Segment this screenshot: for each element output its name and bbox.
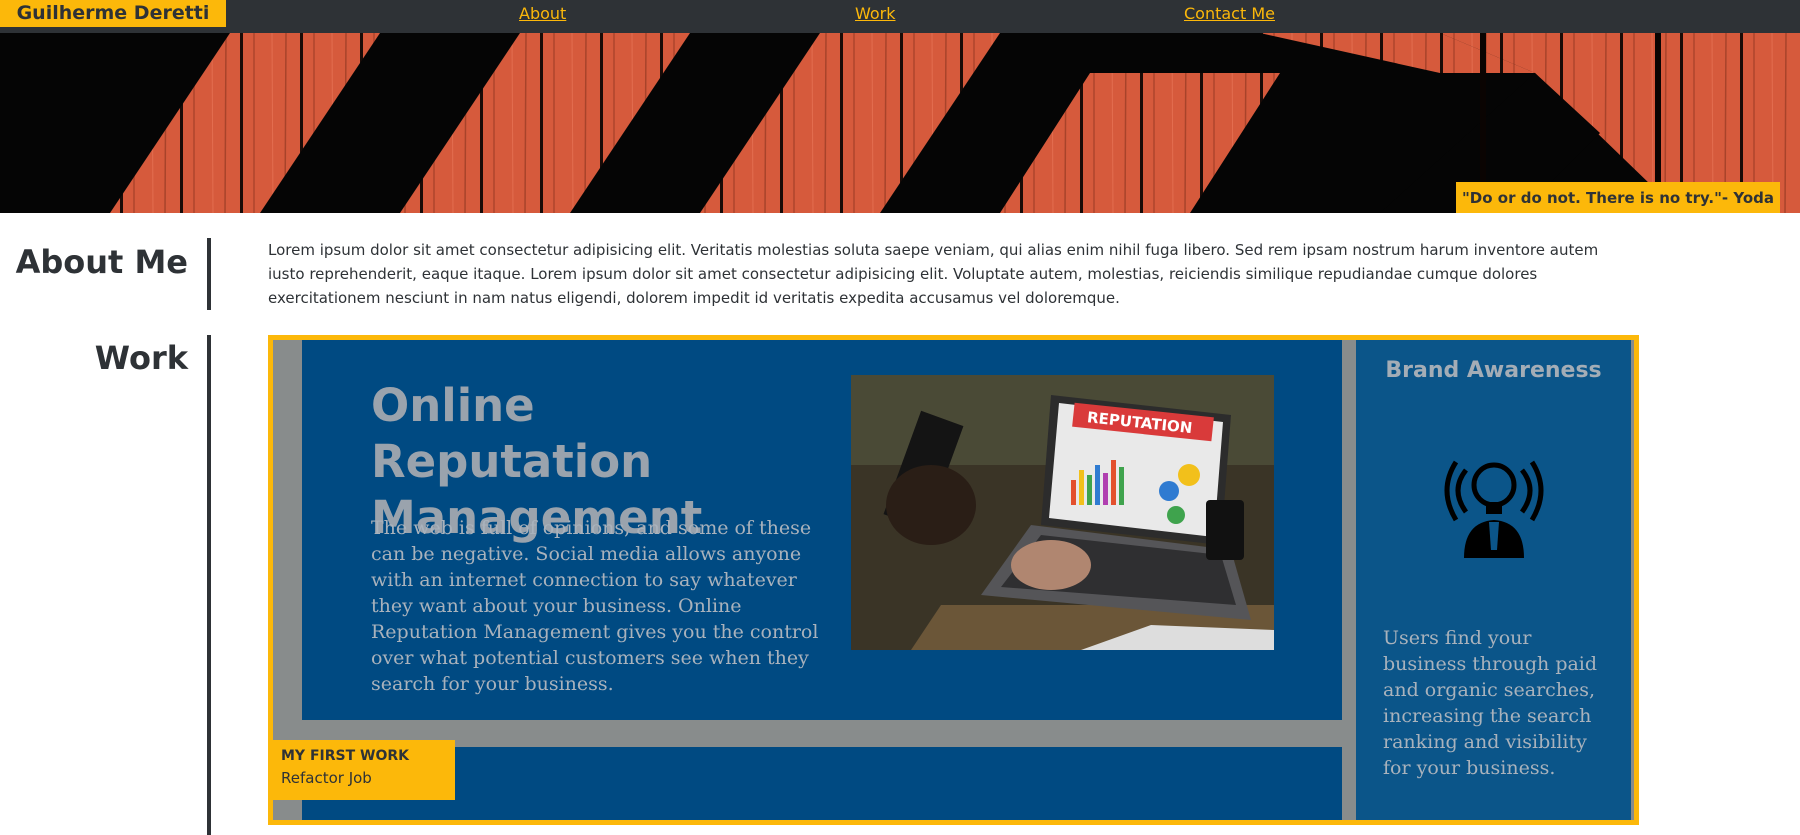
- brand-awareness-title: Brand Awareness: [1385, 358, 1602, 383]
- work-heading: Work: [94, 339, 188, 377]
- site-brand[interactable]: Guilherme Deretti: [0, 0, 226, 27]
- about-heading: About Me: [15, 243, 188, 281]
- brand-awareness-body: Users find your business through paid an…: [1383, 627, 1598, 779]
- nav-link-work[interactable]: Work: [855, 4, 896, 23]
- lightbulb-broadcast-icon: [1444, 460, 1544, 558]
- hero-quote: "Do or do not. There is no try."- Yoda: [1455, 182, 1780, 213]
- orm-panel-second: [302, 747, 1342, 820]
- work-label-subtitle: Refactor Job: [281, 769, 372, 787]
- work-divider: [207, 335, 211, 835]
- nav-link-about[interactable]: About: [519, 4, 566, 23]
- hero-banner: "Do or do not. There is no try."- Yoda: [0, 33, 1800, 213]
- about-text: Lorem ipsum dolor sit amet consectetur a…: [268, 241, 1599, 307]
- work-label-title: MY FIRST WORK: [281, 748, 409, 764]
- work-card[interactable]: Online Reputation Management The web is …: [268, 335, 1639, 825]
- orm-body: The web is full of opinions, and some of…: [371, 517, 819, 695]
- work-label[interactable]: MY FIRST WORK Refactor Job: [273, 740, 455, 800]
- orm-panel: Online Reputation Management The web is …: [302, 340, 1342, 720]
- brand-awareness-panel: Brand Awareness Users find your business…: [1356, 340, 1631, 820]
- about-divider: [207, 238, 211, 310]
- nav-link-contact[interactable]: Contact Me: [1184, 4, 1275, 23]
- laptop-photo: REPUTATION: [851, 375, 1274, 650]
- top-nav: Guilherme Deretti About Work Contact Me: [0, 0, 1800, 33]
